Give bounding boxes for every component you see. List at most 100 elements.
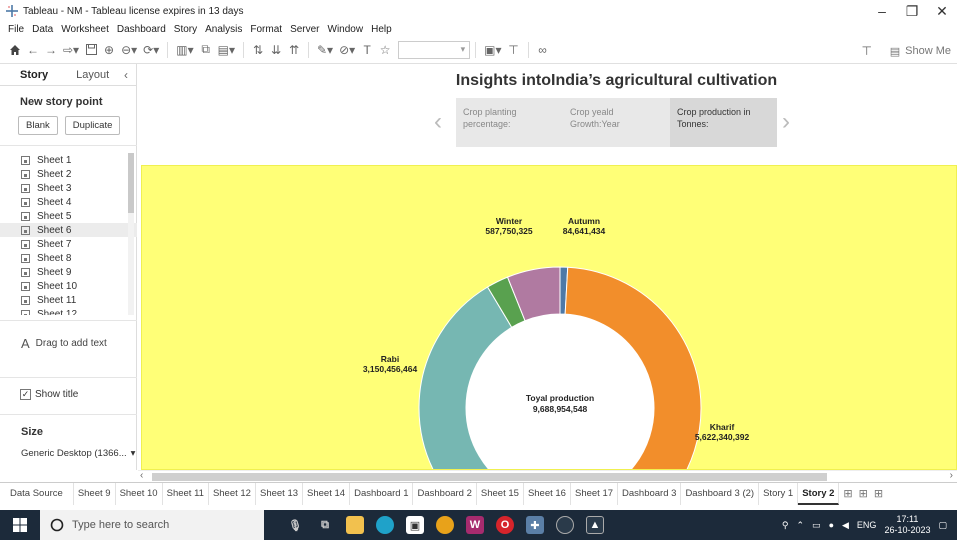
scroll-left-icon[interactable]: ‹ (140, 470, 143, 481)
previous-story-point-arrow[interactable]: ‹ (434, 108, 442, 136)
photos-icon[interactable]: ▲ (586, 516, 604, 534)
story-point-3[interactable]: Crop production in Tonnes: (670, 98, 777, 147)
menu-file[interactable]: File (4, 24, 28, 35)
edge-icon[interactable] (376, 516, 394, 534)
sheet-list-item[interactable]: Sheet 1 (0, 153, 137, 167)
label-icon[interactable]: T (358, 39, 376, 61)
chrome-icon[interactable] (436, 516, 454, 534)
new-worksheet-icon[interactable]: ⊞ (843, 487, 852, 500)
duplicate-sheet-icon[interactable]: ⧉ (197, 39, 215, 61)
menu-analysis[interactable]: Analysis (201, 24, 246, 35)
group-icon[interactable]: ⊘▾ (336, 39, 358, 61)
show-me-button[interactable]: ▤ Show Me (890, 45, 951, 58)
menu-help[interactable]: Help (367, 24, 396, 35)
sheet-tab[interactable]: Sheet 13 (256, 482, 304, 505)
blank-button[interactable]: Blank (18, 116, 58, 135)
sheet-tab[interactable]: Sheet 14 (303, 482, 351, 505)
clear-sheet-icon[interactable]: ▤▾ (215, 39, 238, 61)
sheet-list-scrollbar[interactable] (128, 153, 134, 315)
store-icon[interactable]: ▣ (406, 516, 424, 534)
file-explorer-icon[interactable] (346, 516, 364, 534)
tab-data-source[interactable]: Data Source (0, 482, 74, 505)
pin-icon[interactable]: ☆ (376, 39, 394, 61)
tray-chevron-icon[interactable]: ⌃ (797, 520, 805, 531)
opera-icon[interactable]: O (496, 516, 514, 534)
forward-arrow-icon[interactable]: → (42, 39, 60, 61)
sheet-list-item[interactable]: Sheet 7 (0, 237, 137, 251)
presentation-icon[interactable]: ⊤ (858, 40, 876, 62)
language-indicator[interactable]: ENG (857, 520, 877, 530)
share-icon[interactable]: ∞ (534, 39, 552, 61)
close-button[interactable]: ✕ (927, 0, 957, 22)
sheet-tab[interactable]: Sheet 17 (571, 482, 619, 505)
new-dashboard-icon[interactable]: ⊞ (859, 487, 868, 500)
bluetooth-icon[interactable]: ● (829, 520, 834, 530)
swap-icon[interactable]: ⇅ (249, 39, 267, 61)
presentation-mode-icon[interactable]: ⊤ (505, 39, 523, 61)
home-icon[interactable] (6, 39, 24, 61)
app-icon[interactable] (556, 516, 574, 534)
sheet-list-item[interactable]: Sheet 5 (0, 209, 137, 223)
sheet-list-item[interactable]: Sheet 10 (0, 279, 137, 293)
pause-updates-icon[interactable]: ⊖▾ (118, 39, 140, 61)
notification-icon[interactable]: ▢ (938, 520, 947, 531)
tab-story[interactable]: Story (0, 64, 58, 86)
sheet-list-item[interactable]: Sheet 3 (0, 181, 137, 195)
scrollbar-thumb[interactable] (128, 153, 134, 213)
menu-story[interactable]: Story (170, 24, 201, 35)
show-cards-icon[interactable]: ▣▾ (481, 39, 504, 61)
tableau-taskbar-icon[interactable]: ✚ (526, 516, 544, 534)
story-point-2[interactable]: Crop yeald Growth:Year (563, 98, 670, 147)
winrar-icon[interactable]: W (466, 516, 484, 534)
menu-server[interactable]: Server (286, 24, 323, 35)
sheet-tab[interactable]: Dashboard 1 (350, 482, 414, 505)
sheet-list-item[interactable]: Sheet 6 (0, 223, 137, 237)
maximize-button[interactable]: ❐ (897, 0, 927, 22)
tab-layout[interactable]: Layout (58, 64, 119, 86)
people-icon[interactable]: ⚲ (782, 520, 789, 531)
drag-to-add-text[interactable]: A Drag to add text (21, 336, 107, 351)
collapse-pane-icon[interactable]: ‹ (124, 68, 128, 82)
new-datasource-icon[interactable]: ⊕ (100, 39, 118, 61)
sort-descending-icon[interactable]: ⇈ (285, 39, 303, 61)
sheet-tab[interactable]: Dashboard 3 (2) (681, 482, 760, 505)
sheet-tab[interactable]: Sheet 9 (74, 482, 116, 505)
menu-data[interactable]: Data (28, 24, 57, 35)
taskbar-search[interactable]: Type here to search (40, 510, 264, 540)
story-point-1[interactable]: Crop planting percentage: (456, 98, 563, 147)
sheet-list-item[interactable]: Sheet 11 (0, 293, 137, 307)
sheet-list-item[interactable]: Sheet 4 (0, 195, 137, 209)
menu-dashboard[interactable]: Dashboard (113, 24, 170, 35)
sheet-tab[interactable]: Dashboard 2 (413, 482, 477, 505)
checkbox-icon[interactable]: ✓ (20, 389, 31, 400)
sheet-tab[interactable]: Sheet 12 (209, 482, 256, 505)
volume-icon[interactable]: ◀ (842, 520, 849, 531)
mic-icon[interactable]: 🎙︎ (286, 516, 304, 534)
sheet-tab[interactable]: Sheet 10 (116, 482, 163, 505)
menu-format[interactable]: Format (246, 24, 286, 35)
new-story-icon[interactable]: ⊞ (874, 487, 883, 500)
save-icon[interactable] (82, 39, 100, 61)
sheet-list-item[interactable]: Sheet 9 (0, 265, 137, 279)
scroll-right-icon[interactable]: › (950, 470, 953, 481)
battery-icon[interactable]: ▭ (812, 520, 821, 531)
horizontal-scrollbar[interactable]: ‹ › (138, 470, 957, 482)
sheet-list-item[interactable]: Sheet 12 (0, 307, 137, 315)
sort-ascending-icon[interactable]: ⇊ (267, 39, 285, 61)
next-story-point-arrow[interactable]: › (782, 108, 790, 136)
size-dropdown[interactable]: Generic Desktop (1366... ▾ (21, 448, 135, 459)
sheet-tab[interactable]: Story 1 (759, 482, 799, 505)
clock[interactable]: 17:11 26-10-2023 (884, 514, 930, 536)
minimize-button[interactable]: – (867, 0, 897, 22)
menu-worksheet[interactable]: Worksheet (57, 24, 113, 35)
sheet-tab[interactable]: Sheet 15 (477, 482, 524, 505)
sheet-tab[interactable]: Dashboard 3 (618, 482, 682, 505)
sheet-tab[interactable]: Sheet 11 (163, 482, 209, 505)
sheet-list-item[interactable]: Sheet 8 (0, 251, 137, 265)
back-arrow-icon[interactable]: ← (24, 39, 42, 61)
new-worksheet-icon[interactable]: ▥▾ (173, 39, 196, 61)
scrollbar-thumb[interactable] (152, 473, 827, 481)
task-view-icon[interactable]: ⧉ (316, 516, 334, 534)
sheet-list-item[interactable]: Sheet 2 (0, 167, 137, 181)
highlight-icon[interactable]: ✎▾ (314, 39, 336, 61)
